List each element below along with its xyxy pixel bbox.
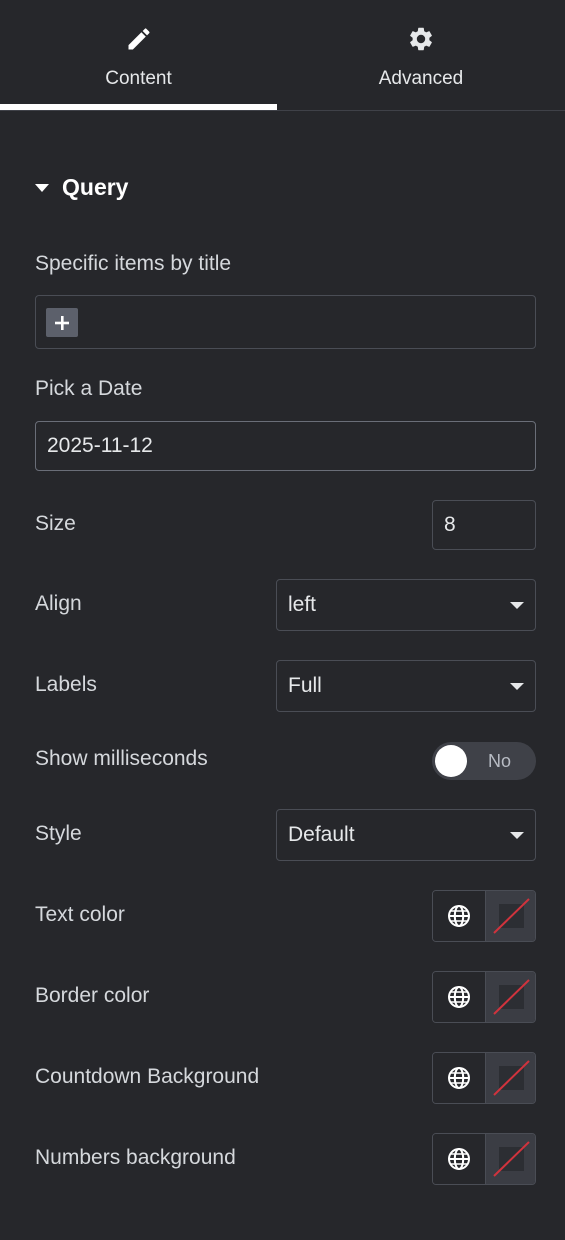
global-colors-button[interactable] — [433, 972, 486, 1022]
no-color-icon — [493, 898, 530, 934]
active-tab-indicator — [0, 104, 277, 110]
border-color-label: Border color — [35, 984, 150, 1007]
size-label: Size — [35, 512, 76, 535]
global-colors-button[interactable] — [433, 1053, 486, 1103]
text-color-control — [432, 890, 536, 942]
add-item-button[interactable] — [46, 308, 78, 337]
section-query-toggle[interactable]: Query — [35, 174, 128, 201]
countdown-bg-control — [432, 1052, 536, 1104]
date-input[interactable]: 2025-11-12 — [35, 421, 536, 471]
numbers-bg-control — [432, 1133, 536, 1185]
no-color-icon — [493, 1060, 530, 1096]
color-picker-swatch[interactable] — [486, 1134, 535, 1184]
chevron-down-icon — [510, 682, 524, 690]
show-ms-label: Show milliseconds — [35, 747, 208, 770]
numbers-bg-label: Numbers background — [35, 1146, 236, 1169]
toggle-state-label: No — [488, 751, 512, 771]
pencil-icon — [125, 24, 153, 54]
border-color-control — [432, 971, 536, 1023]
countdown-bg-label: Countdown Background — [35, 1065, 260, 1088]
size-input[interactable]: 8 — [432, 500, 536, 550]
panel-tabs: Content Advanced — [0, 0, 565, 111]
section-title: Query — [62, 174, 129, 200]
color-picker-swatch[interactable] — [486, 1053, 535, 1103]
tab-content-label: Content — [105, 68, 172, 89]
global-colors-button[interactable] — [433, 1134, 486, 1184]
globe-icon — [448, 905, 470, 927]
no-color-icon — [493, 979, 530, 1015]
toggle-knob — [435, 745, 467, 777]
text-color-label: Text color — [35, 903, 125, 926]
tab-content[interactable]: Content — [0, 0, 277, 110]
align-select-value: left — [288, 593, 317, 616]
pick-date-label: Pick a Date — [35, 377, 143, 400]
align-select[interactable]: left — [276, 579, 536, 631]
caret-down-icon — [35, 183, 49, 192]
chevron-down-icon — [510, 831, 524, 839]
no-color-icon — [493, 1141, 530, 1177]
color-picker-swatch[interactable] — [486, 972, 535, 1022]
labels-select-value: Full — [288, 674, 322, 697]
global-colors-button[interactable] — [433, 891, 486, 941]
style-select-value: Default — [288, 823, 355, 846]
labels-select[interactable]: Full — [276, 660, 536, 712]
specific-items-label: Specific items by title — [35, 252, 232, 275]
color-picker-swatch[interactable] — [486, 891, 535, 941]
globe-icon — [448, 1148, 470, 1170]
align-label: Align — [35, 592, 82, 615]
chevron-down-icon — [510, 601, 524, 609]
tab-advanced[interactable]: Advanced — [277, 0, 565, 110]
style-label: Style — [35, 822, 82, 845]
gear-icon — [407, 24, 435, 54]
globe-icon — [448, 1067, 470, 1089]
labels-label: Labels — [35, 673, 97, 696]
tab-advanced-label: Advanced — [378, 68, 464, 89]
globe-icon — [448, 986, 470, 1008]
plus-icon — [55, 315, 69, 330]
specific-items-field[interactable] — [35, 295, 536, 349]
style-select[interactable]: Default — [276, 809, 536, 861]
show-ms-toggle[interactable]: No — [432, 742, 536, 780]
